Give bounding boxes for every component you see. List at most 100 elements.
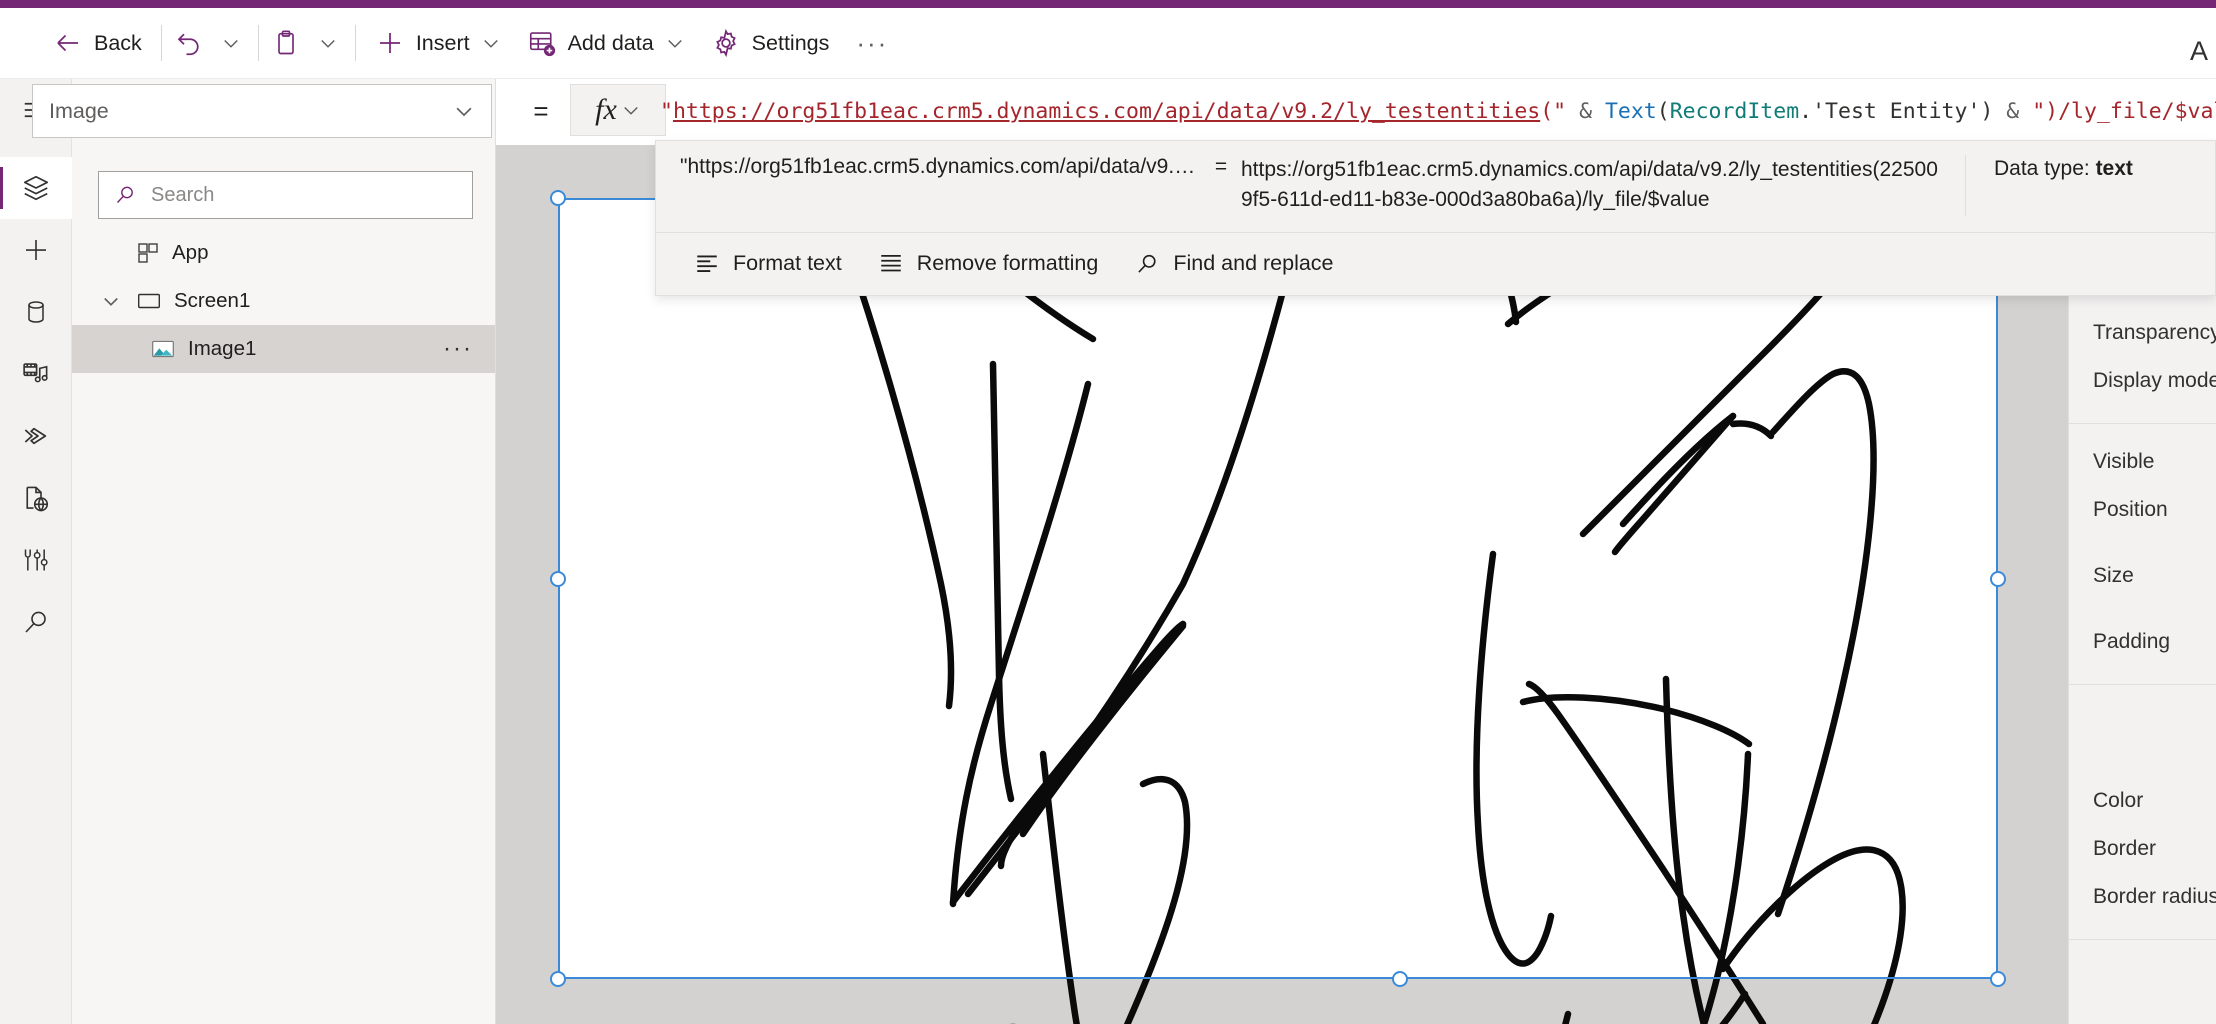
property-row-position[interactable]: Position [2069, 486, 2216, 534]
formula-token-10: ) [1980, 98, 1994, 124]
paste-icon [272, 29, 300, 57]
chevron-down-icon[interactable] [98, 291, 124, 311]
formula-token-0: " [660, 98, 673, 124]
resize-handle-bottom-center[interactable] [1392, 971, 1408, 987]
chevron-down-icon [221, 33, 241, 53]
chevron-down-icon [318, 33, 338, 53]
resize-handle-top-left[interactable] [550, 190, 566, 206]
settings-button[interactable]: Settings [698, 18, 843, 68]
tree-node-image1[interactable]: Image1 ··· [72, 325, 495, 373]
image-thumb-icon [150, 336, 176, 362]
formula-token-3: " [1553, 98, 1567, 124]
image-control-content [845, 254, 1906, 1024]
property-row-size[interactable]: Size [2069, 552, 2216, 600]
remove-formatting-label: Remove formatting [916, 251, 1099, 276]
resize-handle-middle-left[interactable] [550, 571, 566, 587]
property-selector-dropdown[interactable]: Image [32, 84, 492, 138]
add-data-button[interactable]: Add data [514, 18, 698, 68]
back-button[interactable]: Back [40, 18, 155, 68]
resize-handle-bottom-right[interactable] [1990, 971, 2006, 987]
undo-button[interactable] [168, 18, 210, 68]
media-icon [21, 359, 51, 389]
sidebar-item-media[interactable] [0, 343, 72, 405]
fx-button[interactable]: fx [570, 84, 666, 136]
formula-token-4: & [1566, 98, 1605, 124]
account-initial[interactable]: A [2190, 36, 2208, 67]
formula-tools-row: Format text Remove formatting Find and r… [656, 233, 2215, 295]
formula-input[interactable]: " https://org51fb1eac.crm5.dynamics.com/a… [660, 88, 2216, 134]
sidebar-item-tree-view[interactable] [0, 157, 72, 219]
tree-node-screen1[interactable]: Screen1 [72, 277, 495, 325]
power-automate-icon [20, 420, 52, 452]
properties-group-layout: Visible Position Size Padding [2069, 424, 2216, 685]
resize-handle-bottom-left[interactable] [550, 971, 566, 987]
remove-formatting-icon [878, 251, 904, 277]
sidebar-item-variables[interactable] [0, 467, 72, 529]
expression-preview: "https://org51fb1eac.crm5.dynamics.com/a… [680, 155, 1201, 178]
tree-view-layers-icon [21, 173, 51, 203]
tree-node-label: Image1 [188, 337, 257, 360]
format-text-label: Format text [733, 251, 842, 276]
chevron-down-icon [453, 100, 475, 122]
property-row-display-mode[interactable]: Display mode [2069, 357, 2216, 405]
tree-search-box[interactable] [98, 171, 473, 219]
insert-plus-icon [21, 235, 51, 265]
undo-dropdown-button[interactable] [210, 18, 252, 68]
tools-icon [22, 546, 50, 574]
properties-group-color: Color Border Border radius [2069, 763, 2216, 940]
tree-node-label: Screen1 [174, 289, 251, 312]
find-and-replace-button[interactable]: Find and replace [1116, 240, 1351, 288]
formula-token-12: " [2032, 98, 2046, 124]
undo-icon [174, 28, 204, 58]
property-row-color[interactable]: Color [2069, 777, 2216, 825]
remove-formatting-button[interactable]: Remove formatting [860, 240, 1117, 288]
command-bar: Back Insert Add data Settings ··· [0, 8, 2216, 79]
add-data-icon [527, 28, 557, 58]
formula-token-11: & [1993, 98, 2033, 124]
sidebar-item-data[interactable] [0, 281, 72, 343]
sidebar-item-insert[interactable] [0, 219, 72, 281]
property-row-border-radius[interactable]: Border radius [2069, 873, 2216, 921]
formula-token-8: . [1799, 98, 1813, 124]
chevron-down-icon [665, 33, 685, 53]
app-icon [136, 241, 160, 265]
format-text-button[interactable]: Format text [676, 240, 860, 288]
property-row-transparency[interactable]: Transparency [2069, 309, 2216, 357]
property-row-visible[interactable]: Visible [2069, 438, 2216, 486]
sidebar-item-search[interactable] [0, 591, 72, 653]
formula-evaluation-row: "https://org51fb1eac.crm5.dynamics.com/a… [656, 141, 2215, 233]
screen-canvas[interactable] [559, 199, 1997, 1024]
find-replace-label: Find and replace [1173, 251, 1334, 276]
resize-handle-middle-right[interactable] [1990, 571, 2006, 587]
formula-token-9: 'Test Entity' [1812, 98, 1981, 124]
tree-node-app[interactable]: App [72, 229, 495, 277]
tree-view-panel: Tree view [72, 79, 496, 1024]
back-label: Back [94, 30, 142, 55]
properties-gap [2069, 685, 2216, 763]
brand-accent-strip [0, 0, 2216, 8]
property-row-padding[interactable]: Padding [2069, 618, 2216, 666]
add-data-label: Add data [567, 30, 654, 55]
paste-button[interactable] [265, 18, 307, 68]
powerapps-studio: Back Insert Add data Settings ··· A Sear… [0, 0, 2216, 1024]
paste-dropdown-button[interactable] [307, 18, 349, 68]
back-arrow-icon [53, 28, 83, 58]
insert-button[interactable]: Insert [362, 18, 514, 68]
find-replace-icon [1134, 251, 1160, 277]
rail-gap [0, 141, 71, 157]
tree-node-more-button[interactable]: ··· [443, 337, 473, 361]
sidebar-item-power-automate[interactable] [0, 405, 72, 467]
sidebar-item-tools[interactable] [0, 529, 72, 591]
chevron-down-icon [621, 100, 641, 120]
fx-label: fx [595, 93, 617, 126]
data-cylinder-icon [22, 298, 50, 326]
property-row-border[interactable]: Border [2069, 825, 2216, 873]
search-magnifier-icon [21, 607, 51, 637]
gear-icon [711, 28, 741, 58]
formula-token-7: RecordItem [1669, 98, 1800, 124]
search-input[interactable] [151, 183, 458, 207]
data-type-label: Data type: [1994, 157, 2096, 180]
overflow-menu-button[interactable]: ··· [842, 18, 902, 68]
